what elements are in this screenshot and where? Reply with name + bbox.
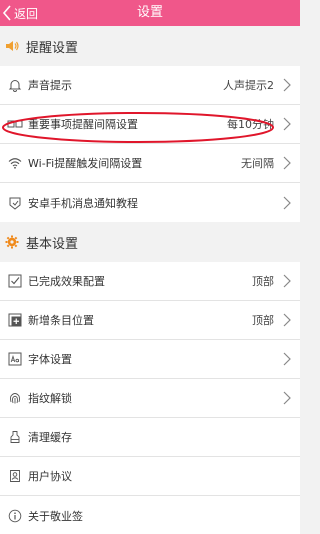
- shield-check-icon: [0, 196, 28, 210]
- row-value: 顶部: [252, 275, 274, 288]
- reminder-group: 声音提示 人声提示2 重要事项提醒间隔设置 每10分钟 Wi-Fi提醒触发间隔设…: [0, 66, 300, 222]
- gear-icon: [4, 234, 20, 250]
- info-icon: [0, 509, 28, 523]
- speaker-icon: [4, 38, 20, 54]
- row-sound-prompt[interactable]: 声音提示 人声提示2: [0, 66, 300, 105]
- chevron-right-icon: [280, 313, 294, 327]
- chevron-right-icon: [280, 352, 294, 366]
- fingerprint-icon: [0, 391, 28, 405]
- row-label: 安卓手机消息通知教程: [28, 196, 138, 210]
- row-fingerprint[interactable]: 指纹解锁: [0, 379, 300, 418]
- row-important-interval[interactable]: 重要事项提醒间隔设置 每10分钟: [0, 105, 300, 144]
- row-label: 重要事项提醒间隔设置: [28, 118, 138, 131]
- agreement-icon: [0, 469, 28, 483]
- font-icon: [0, 352, 28, 366]
- chevron-right-icon: [280, 117, 294, 131]
- checkbox-icon: [0, 274, 28, 288]
- bell-icon: [0, 78, 28, 92]
- page-title: 设置: [136, 5, 163, 20]
- row-label: 声音提示: [28, 79, 72, 92]
- section-basic-title: 基本设置: [26, 236, 79, 252]
- row-label: 字体设置: [28, 353, 72, 366]
- row-label: 指纹解锁: [28, 392, 72, 405]
- row-value: 顶部: [252, 314, 274, 327]
- row-completed-effect[interactable]: 已完成效果配置 顶部: [0, 262, 300, 301]
- row-android-tutorial[interactable]: 安卓手机消息通知教程: [0, 183, 300, 222]
- row-label: 清理缓存: [28, 431, 72, 444]
- chevron-right-icon: [280, 78, 294, 92]
- row-label: Wi-Fi提醒触发间隔设置: [28, 157, 143, 170]
- row-wifi-interval[interactable]: Wi-Fi提醒触发间隔设置 无间隔: [0, 144, 300, 183]
- row-font-settings[interactable]: 字体设置: [0, 340, 300, 379]
- row-user-agreement[interactable]: 用户协议: [0, 457, 300, 496]
- chevron-right-icon: [280, 196, 294, 210]
- add-item-icon: [0, 313, 28, 327]
- chevron-right-icon: [280, 156, 294, 170]
- row-clear-cache[interactable]: 清理缓存: [0, 418, 300, 457]
- row-label: 用户协议: [28, 470, 72, 483]
- row-value: 每10分钟: [227, 118, 274, 131]
- row-value: 无间隔: [241, 157, 274, 170]
- section-reminder-header: 提醒设置: [0, 26, 300, 66]
- top-bar: 返回 设置: [0, 0, 300, 26]
- chevron-right-icon: [280, 391, 294, 405]
- section-reminder-title: 提醒设置: [26, 40, 79, 56]
- basic-group: 已完成效果配置 顶部 新增条目位置 顶部 字体设置 指纹解锁 清理缓存 用户协议…: [0, 262, 300, 534]
- row-label: 关于敬业签: [28, 509, 83, 523]
- section-basic-header: 基本设置: [0, 222, 300, 262]
- broom-icon: [0, 430, 28, 444]
- wifi-icon: [0, 157, 28, 169]
- chevron-right-icon: [280, 274, 294, 288]
- row-about[interactable]: 关于敬业签: [0, 496, 300, 534]
- row-new-item-position[interactable]: 新增条目位置 顶部: [0, 301, 300, 340]
- row-label: 新增条目位置: [28, 314, 94, 327]
- row-label: 已完成效果配置: [28, 275, 105, 288]
- timer-icon: [0, 118, 28, 130]
- row-value: 人声提示2: [223, 79, 274, 92]
